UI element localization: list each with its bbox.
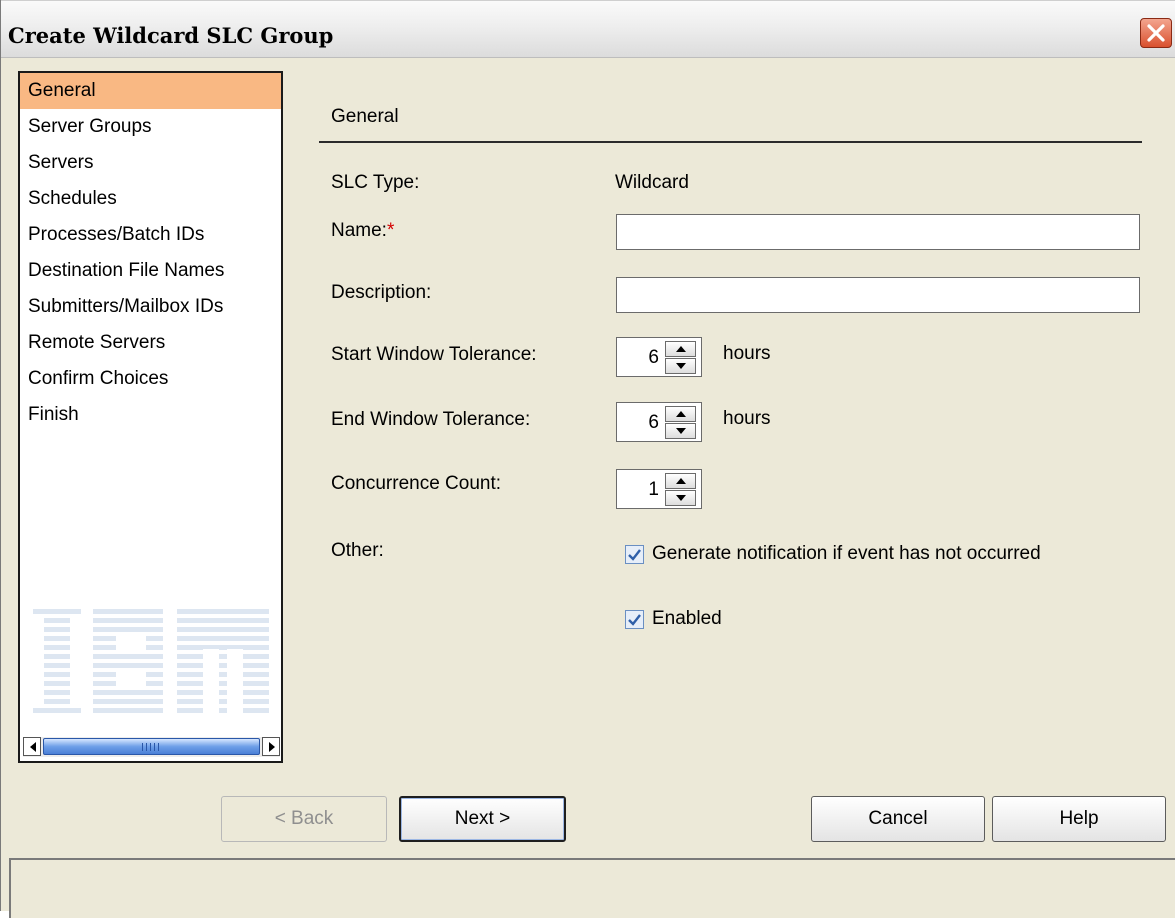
nav-item-general[interactable]: General — [20, 73, 281, 109]
section-divider — [319, 141, 1142, 143]
help-button[interactable]: Help — [992, 796, 1166, 842]
slc-type-value: Wildcard — [615, 172, 689, 193]
start-tolerance-value: 6 — [648, 347, 659, 368]
slc-type-label: SLC Type: — [331, 172, 420, 193]
nav-item-schedules[interactable]: Schedules — [20, 181, 281, 217]
start-tolerance-up-icon[interactable] — [665, 341, 696, 357]
end-tolerance-unit: hours — [723, 408, 771, 429]
scroll-grip-icon — [142, 743, 162, 751]
cancel-button[interactable]: Cancel — [811, 796, 985, 842]
wizard-step-list: General Server Groups Servers Schedules … — [18, 71, 283, 763]
dialog-title: Create Wildcard SLC Group — [8, 23, 334, 48]
status-bar — [9, 858, 1175, 918]
name-label-text: Name: — [331, 220, 387, 241]
end-tolerance-down-icon[interactable] — [665, 423, 696, 439]
start-tolerance-label: Start Window Tolerance: — [331, 344, 537, 365]
nav-item-confirm-choices[interactable]: Confirm Choices — [20, 361, 281, 397]
concurrence-count-stepper[interactable]: 1 — [616, 469, 702, 509]
start-tolerance-unit: hours — [723, 343, 771, 364]
end-tolerance-up-icon[interactable] — [665, 406, 696, 422]
nav-item-servers[interactable]: Servers — [20, 145, 281, 181]
enabled-label: Enabled — [652, 608, 722, 629]
nav-item-server-groups[interactable]: Server Groups — [20, 109, 281, 145]
scroll-thumb[interactable] — [43, 738, 260, 755]
nav-item-remote-servers[interactable]: Remote Servers — [20, 325, 281, 361]
scroll-left-icon[interactable] — [23, 737, 41, 756]
end-tolerance-label: End Window Tolerance: — [331, 409, 531, 430]
title-bar[interactable]: Create Wildcard SLC Group — [1, 0, 1175, 58]
nav-item-finish[interactable]: Finish — [20, 397, 281, 433]
generate-notification-checkbox[interactable] — [625, 545, 644, 564]
required-marker: * — [386, 220, 395, 241]
description-label: Description: — [331, 282, 432, 303]
name-label: Name:* — [331, 220, 394, 242]
name-field[interactable] — [616, 214, 1140, 250]
end-tolerance-stepper[interactable]: 6 — [616, 402, 702, 442]
scroll-right-icon[interactable] — [262, 737, 280, 756]
concurrence-up-icon[interactable] — [665, 473, 696, 489]
other-label: Other: — [331, 540, 384, 561]
nav-item-destination-file-names[interactable]: Destination File Names — [20, 253, 281, 289]
generate-notification-label: Generate notification if event has not o… — [652, 543, 1041, 564]
concurrence-count-value: 1 — [648, 479, 659, 500]
enabled-checkbox[interactable] — [625, 610, 644, 629]
start-tolerance-stepper[interactable]: 6 — [616, 337, 702, 377]
horizontal-scrollbar[interactable] — [23, 737, 280, 757]
ibm-logo — [33, 609, 269, 715]
next-button[interactable]: Next > — [399, 796, 566, 842]
back-button[interactable]: < Back — [221, 796, 387, 842]
concurrence-count-label: Concurrence Count: — [331, 473, 502, 494]
wizard-dialog: Create Wildcard SLC Group General Server… — [0, 0, 1175, 918]
nav-item-submitters-mailbox-ids[interactable]: Submitters/Mailbox IDs — [20, 289, 281, 325]
section-title: General — [331, 106, 399, 127]
end-tolerance-value: 6 — [648, 412, 659, 433]
concurrence-down-icon[interactable] — [665, 490, 696, 506]
start-tolerance-down-icon[interactable] — [665, 358, 696, 374]
close-icon[interactable] — [1140, 18, 1172, 48]
nav-item-processes-batch-ids[interactable]: Processes/Batch IDs — [20, 217, 281, 253]
description-field[interactable] — [616, 277, 1140, 313]
